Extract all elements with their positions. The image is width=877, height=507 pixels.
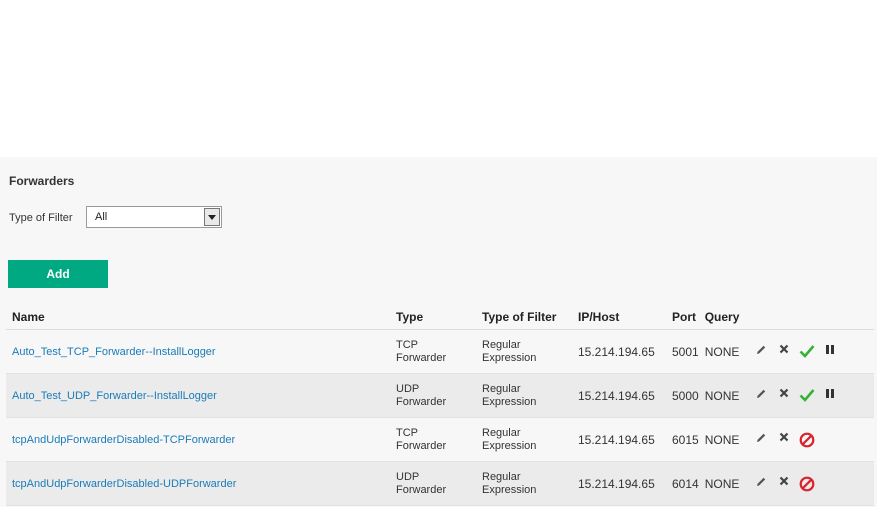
cell-type-of-filter: Regular Expression: [476, 329, 572, 374]
check-icon[interactable]: [797, 388, 817, 404]
table-header-row: Name Type Type of Filter IP/Host Port Qu…: [6, 309, 874, 330]
cell-type: UDP Forwarder: [390, 373, 476, 418]
filter-select[interactable]: All: [86, 206, 222, 228]
forwarders-table: Name Type Type of Filter IP/Host Port Qu…: [6, 309, 874, 506]
forwarder-name-link[interactable]: tcpAndUdpForwarderDisabled-TCPForwarder: [12, 434, 235, 446]
cell-port: 5000: [666, 373, 699, 418]
cell-name: tcpAndUdpForwarderDisabled-UDPForwarder: [6, 461, 390, 506]
filter-line: Expression: [482, 439, 537, 452]
table-row: tcpAndUdpForwarderDisabled-TCPForwarder T…: [6, 417, 874, 462]
col-ip-host: IP/Host: [572, 309, 666, 330]
cell-actions: [744, 461, 874, 506]
pencil-icon[interactable]: [751, 476, 771, 492]
cell-type: TCP Forwarder: [390, 329, 476, 374]
cell-ip-host: 15.214.194.65: [572, 461, 666, 506]
type-line: UDP: [396, 470, 420, 483]
disabled-icon[interactable]: [797, 476, 817, 492]
x-icon[interactable]: [774, 476, 794, 492]
cell-query: NONE: [698, 373, 745, 418]
table-row: Auto_Test_TCP_Forwarder--InstallLogger TC…: [6, 329, 874, 374]
filter-line: Expression: [482, 483, 537, 496]
type-line: UDP: [396, 382, 420, 395]
cell-actions: [744, 329, 874, 374]
table-row: tcpAndUdpForwarderDisabled-UDPForwarder U…: [6, 461, 874, 506]
cell-type-of-filter: Regular Expression: [476, 461, 572, 506]
filter-label: Type of Filter: [9, 212, 73, 224]
check-icon[interactable]: [797, 344, 817, 360]
filter-selected-value: All: [95, 211, 108, 223]
type-line: Forwarder: [396, 483, 447, 496]
cell-name: Auto_Test_TCP_Forwarder--InstallLogger: [6, 329, 390, 374]
cell-port: 6014: [666, 461, 699, 506]
pause-icon[interactable]: [820, 388, 840, 404]
x-icon[interactable]: [774, 388, 794, 404]
filter-line: Expression: [482, 351, 537, 364]
cell-type: UDP Forwarder: [390, 461, 476, 506]
cell-type-of-filter: Regular Expression: [476, 373, 572, 418]
cell-query: NONE: [698, 329, 745, 374]
page-title: Forwarders: [9, 174, 75, 188]
col-port: Port: [666, 309, 699, 330]
cell-ip-host: 15.214.194.65: [572, 417, 666, 462]
cell-actions: [744, 417, 874, 462]
filter-line: Expression: [482, 395, 537, 408]
chevron-down-icon[interactable]: [204, 208, 220, 226]
filter-line: Regular: [482, 382, 521, 395]
cell-name: Auto_Test_UDP_Forwarder--InstallLogger: [6, 373, 390, 418]
type-line: Forwarder: [396, 351, 447, 364]
cell-query: NONE: [698, 461, 745, 506]
cell-query: NONE: [698, 417, 745, 462]
type-line: Forwarder: [396, 439, 447, 452]
filter-line: Regular: [482, 338, 521, 351]
cell-actions: [744, 373, 874, 418]
disabled-icon[interactable]: [797, 432, 817, 448]
cell-port: 6015: [666, 417, 699, 462]
col-type-of-filter: Type of Filter: [476, 309, 572, 330]
pause-icon[interactable]: [820, 344, 840, 360]
col-query: Query: [698, 309, 745, 330]
table-row: Auto_Test_UDP_Forwarder--InstallLogger UD…: [6, 373, 874, 418]
cell-ip-host: 15.214.194.65: [572, 329, 666, 374]
filter-line: Regular: [482, 470, 521, 483]
col-type: Type: [390, 309, 476, 330]
type-line: Forwarder: [396, 395, 447, 408]
col-actions: [744, 309, 874, 330]
pencil-icon[interactable]: [751, 344, 771, 360]
forwarder-name-link[interactable]: Auto_Test_TCP_Forwarder--InstallLogger: [12, 346, 216, 358]
x-icon[interactable]: [774, 344, 794, 360]
cell-ip-host: 15.214.194.65: [572, 373, 666, 418]
x-icon[interactable]: [774, 432, 794, 448]
pencil-icon[interactable]: [751, 432, 771, 448]
col-name: Name: [6, 309, 390, 330]
cell-type: TCP Forwarder: [390, 417, 476, 462]
cell-name: tcpAndUdpForwarderDisabled-TCPForwarder: [6, 417, 390, 462]
pencil-icon[interactable]: [751, 388, 771, 404]
add-button[interactable]: Add: [8, 260, 108, 288]
filter-line: Regular: [482, 426, 521, 439]
type-line: TCP: [396, 426, 418, 439]
cell-type-of-filter: Regular Expression: [476, 417, 572, 462]
forwarder-name-link[interactable]: Auto_Test_UDP_Forwarder--InstallLogger: [12, 390, 217, 402]
cell-port: 5001: [666, 329, 699, 374]
forwarder-name-link[interactable]: tcpAndUdpForwarderDisabled-UDPForwarder: [12, 478, 236, 490]
type-line: TCP: [396, 338, 418, 351]
